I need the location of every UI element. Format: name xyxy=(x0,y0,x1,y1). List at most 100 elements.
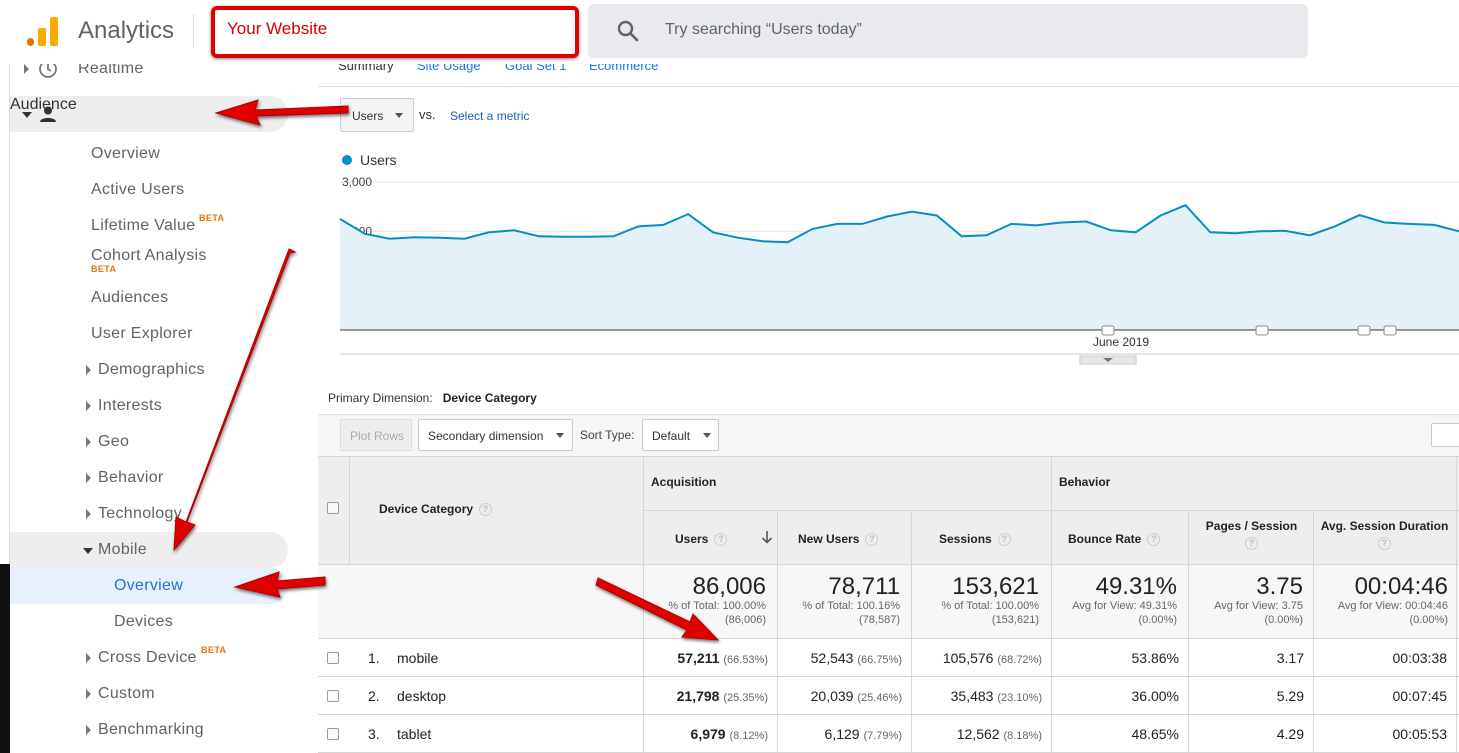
help-icon[interactable]: ? xyxy=(865,533,879,547)
legend-marker xyxy=(342,155,352,165)
metric-dropdown[interactable]: Users xyxy=(340,98,414,132)
help-icon[interactable]: ? xyxy=(1378,537,1391,550)
sidebar-item-cross-device[interactable]: Cross Device BETA xyxy=(10,640,270,676)
row-device-link[interactable]: desktop xyxy=(397,688,446,704)
sidebar-item-label: Active Users xyxy=(91,181,185,198)
row-checkbox[interactable] xyxy=(327,690,339,702)
beta-badge: BETA xyxy=(199,213,225,223)
sidebar-item-label: Geo xyxy=(98,433,130,450)
row-sessions: 105,576 (68.72%) xyxy=(916,650,1042,666)
row-new-users: 20,039 (25.46%) xyxy=(782,688,902,704)
select-all-checkbox[interactable] xyxy=(327,502,339,514)
chevron-right-icon xyxy=(86,725,91,735)
data-table: Device Category? Acquisition Behavior Us… xyxy=(318,456,1459,753)
column-header-bounce-rate[interactable]: Bounce Rate? xyxy=(1068,532,1161,547)
sidebar-item-label: Cohort Analysis xyxy=(91,247,207,264)
column-header-device-category[interactable]: Device Category? xyxy=(379,502,493,517)
account-selector[interactable]: Your Website xyxy=(211,6,579,58)
row-pages-session: 5.29 xyxy=(1276,688,1304,704)
help-icon[interactable]: ? xyxy=(1245,537,1258,550)
divider xyxy=(318,638,1459,639)
y-tick-label: 3,000 xyxy=(342,175,372,189)
row-value: 35,483 xyxy=(950,688,994,704)
total-new-users: 78,711 xyxy=(828,573,900,600)
total-sessions-sub: % of Total: 100.00% (153,621) xyxy=(916,599,1039,627)
help-icon[interactable]: ? xyxy=(714,533,728,547)
primary-dimension-value[interactable]: Device Category xyxy=(443,391,537,405)
column-header-sessions[interactable]: Sessions? xyxy=(939,532,1011,547)
divider xyxy=(1051,456,1052,753)
sidebar-item-lifetime-value[interactable]: Lifetime Value BETA xyxy=(10,208,270,244)
divider xyxy=(1313,510,1314,753)
select-metric-link[interactable]: Select a metric xyxy=(450,109,529,123)
series-area xyxy=(340,205,1459,330)
divider xyxy=(777,510,778,753)
row-value: 6,129 xyxy=(824,726,860,742)
row-pct: (23.10%) xyxy=(997,692,1042,704)
sidebar-item-label: Custom xyxy=(98,685,155,702)
sidebar-item-label: Cross Device xyxy=(98,649,197,666)
table-search-input[interactable] xyxy=(1431,423,1459,447)
chevron-right-icon xyxy=(86,689,91,699)
plot-rows-button[interactable]: Plot Rows xyxy=(340,419,412,451)
divider xyxy=(1456,456,1457,753)
row-checkbox[interactable] xyxy=(327,652,339,664)
row-users: 21,798 (25.35%) xyxy=(648,688,768,704)
help-icon[interactable]: ? xyxy=(997,533,1011,547)
app-title: Analytics xyxy=(78,17,175,44)
chevron-right-icon xyxy=(86,437,91,447)
beta-badge: BETA xyxy=(91,264,117,274)
total-bounce-rate-sub: Avg for View: 49.31% (0.00%) xyxy=(1056,599,1177,627)
chevron-down-icon xyxy=(22,112,32,118)
help-icon[interactable]: ? xyxy=(479,503,493,517)
column-header-label: Sessions xyxy=(939,532,992,546)
sort-type-label: Sort Type: xyxy=(580,428,635,442)
total-sessions: 153,621 xyxy=(952,573,1039,600)
search-icon xyxy=(617,20,639,42)
sidebar-item-label: Demographics xyxy=(98,361,205,378)
row-value: 105,576 xyxy=(942,650,994,666)
column-header-label: Device Category xyxy=(379,502,474,516)
row-value: 52,543 xyxy=(810,650,854,666)
chevron-down-icon xyxy=(83,548,93,554)
column-header-label: New Users xyxy=(798,532,860,546)
row-device-link[interactable]: mobile xyxy=(397,650,438,666)
help-icon[interactable]: ? xyxy=(1147,533,1161,547)
row-sessions: 35,483 (23.10%) xyxy=(916,688,1042,704)
analytics-logo-icon[interactable] xyxy=(26,16,60,48)
column-header-avg-session-duration[interactable]: Avg. Session Duration ? xyxy=(1317,519,1452,550)
column-header-users[interactable]: Users? xyxy=(675,532,728,547)
row-device-link[interactable]: tablet xyxy=(397,726,431,742)
annotation-marker-icon xyxy=(1255,325,1269,336)
sidebar-item-realtime[interactable]: Realtime xyxy=(10,64,290,87)
person-icon xyxy=(40,106,56,122)
beta-badge: BETA xyxy=(201,645,227,655)
total-pages-session: 3.75 xyxy=(1256,573,1303,600)
group-header-behavior: Behavior xyxy=(1059,475,1111,489)
total-sub-value: (153,621) xyxy=(991,614,1039,626)
sidebar-item-label: Technology xyxy=(98,505,182,522)
row-value: 57,211 xyxy=(677,650,720,666)
sort-type-dropdown[interactable]: Default xyxy=(642,419,719,451)
row-checkbox[interactable] xyxy=(327,728,339,740)
sidebar-item-mobile-overview[interactable]: Overview xyxy=(10,568,288,604)
metric-dropdown-value: Users xyxy=(352,109,384,123)
annotation-marker-icon xyxy=(1101,325,1115,336)
sidebar-item-label: Realtime xyxy=(78,64,144,77)
total-avg-session-duration: 00:04:46 xyxy=(1354,573,1448,600)
total-sub-value: (0.00%) xyxy=(1138,614,1177,626)
divider xyxy=(1188,510,1189,753)
row-pct: (7.79%) xyxy=(863,730,902,742)
secondary-dimension-dropdown[interactable]: Secondary dimension xyxy=(418,419,573,451)
total-users: 86,006 xyxy=(692,573,766,600)
column-header-new-users[interactable]: New Users? xyxy=(798,532,879,547)
chevron-right-icon xyxy=(86,401,91,411)
column-header-pages-session[interactable]: Pages / Session ? xyxy=(1194,519,1309,550)
divider xyxy=(318,456,1459,457)
sidebar-item-label: Behavior xyxy=(98,469,164,486)
sort-descending-icon[interactable] xyxy=(761,530,773,544)
chevron-down-icon xyxy=(556,433,564,438)
sidebar-item-mobile[interactable]: Mobile xyxy=(10,532,288,568)
sidebar-item-audience[interactable]: Audience xyxy=(10,96,288,132)
search-input[interactable]: Try searching “Users today” xyxy=(588,4,1308,58)
